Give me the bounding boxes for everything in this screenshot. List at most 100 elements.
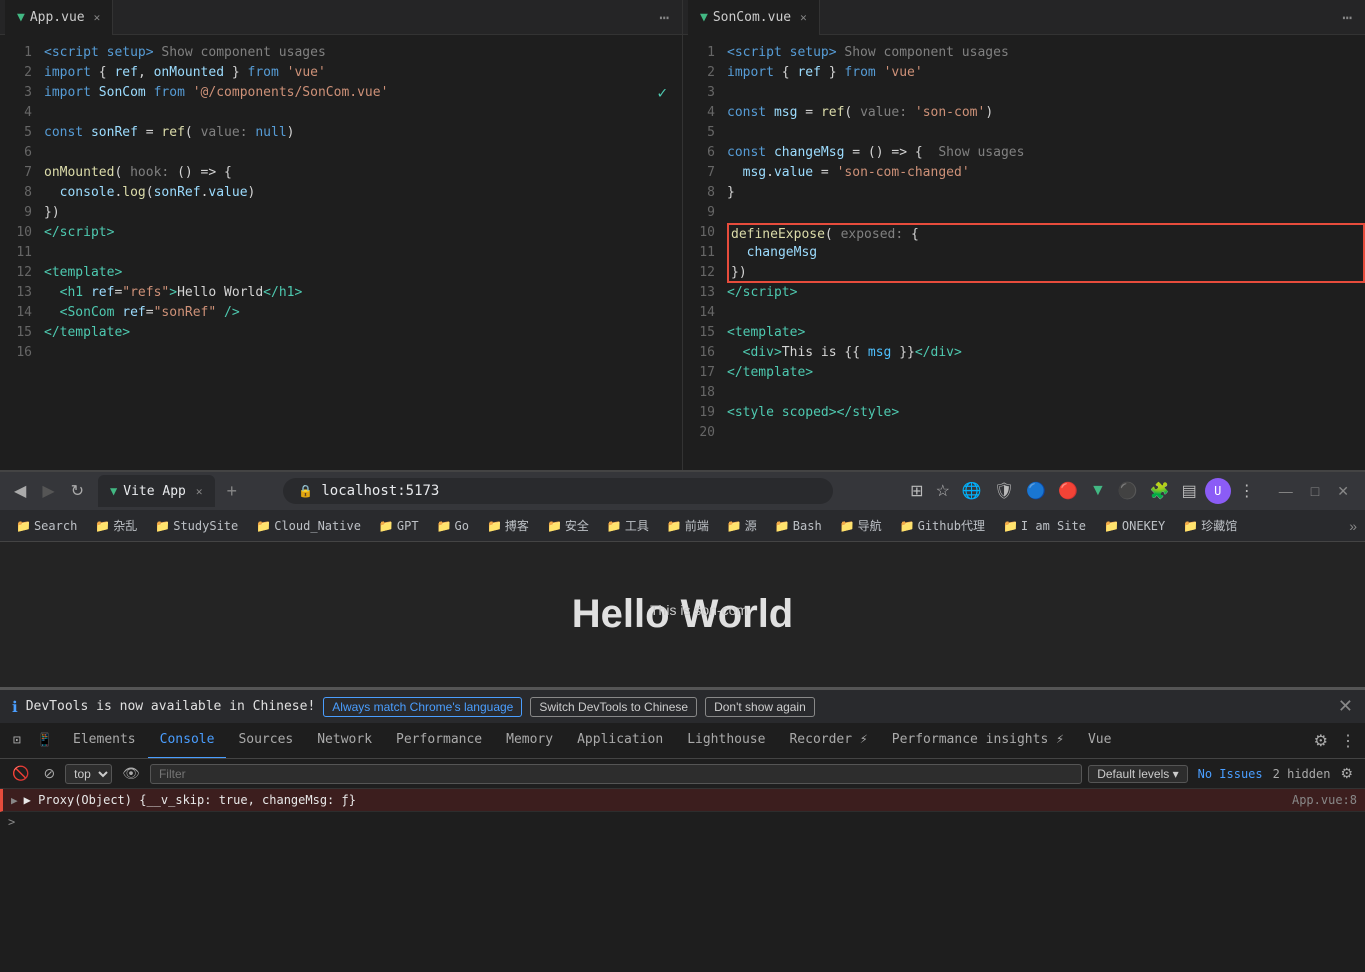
clear-console-btn[interactable]: 🚫 <box>8 763 33 784</box>
settings-icon-btn[interactable]: ⚙ <box>1336 763 1357 784</box>
bookmark-zhencang[interactable]: 📁 珍藏馆 <box>1175 514 1245 537</box>
dt-btn-device[interactable]: 📱 <box>29 723 61 759</box>
son-com-text: This is son-com <box>650 602 748 618</box>
browser-window: ◀ ▶ ↻ ▼ Vite App ✕ + 🔒 localhost:5173 ⊞ … <box>0 470 1365 542</box>
app-vue-close[interactable]: ✕ <box>94 11 101 24</box>
banner-message: DevTools is now available in Chinese! <box>26 699 316 714</box>
right-code-area[interactable]: <script setup> Show component usages imp… <box>721 35 1365 470</box>
browser-tab[interactable]: ▼ Vite App ✕ <box>98 475 214 507</box>
address-bar[interactable]: 🔒 localhost:5173 <box>283 478 833 504</box>
dt-btn-elements-picker[interactable]: ⊡ <box>5 723 29 759</box>
bookmark-btn[interactable]: ☆ <box>932 477 954 505</box>
left-line-numbers: 12345678910111213141516 <box>0 35 38 470</box>
url-text: localhost:5173 <box>321 483 439 499</box>
dont-show-again-btn[interactable]: Don't show again <box>705 697 815 717</box>
tab-more-left[interactable]: ⋯ <box>651 8 677 27</box>
folder-icon-search: 📁 <box>16 519 31 533</box>
profile-btn[interactable]: ⚫ <box>1114 477 1142 505</box>
bookmark-gpt[interactable]: 📁 GPT <box>371 516 427 536</box>
extension-btn2[interactable]: 🛡 <box>990 477 1018 505</box>
dt-more-btn[interactable]: ⋮ <box>1336 727 1360 755</box>
console-prompt-line: > <box>0 812 1365 832</box>
expand-arrow[interactable]: ▶ <box>11 794 18 807</box>
tab-network[interactable]: Network <box>305 723 384 759</box>
browser-tab-close[interactable]: ✕ <box>196 485 203 498</box>
left-code-area[interactable]: <script setup> Show component usages imp… <box>38 35 682 470</box>
bookmark-github[interactable]: 📁 Github代理 <box>892 514 993 537</box>
bookmark-search[interactable]: 📁 Search <box>8 516 85 536</box>
filter-toggle-btn[interactable]: ⊘ <box>39 763 59 784</box>
avatar-btn[interactable]: U <box>1205 478 1231 504</box>
context-selector[interactable]: top <box>65 764 112 784</box>
browser-tab-label: Vite App <box>123 484 186 499</box>
screenshot-btn[interactable]: ⊞ <box>906 477 927 505</box>
more-bookmarks-btn[interactable]: » <box>1349 518 1357 534</box>
vue-devtools-btn[interactable]: ▼ <box>1086 478 1110 504</box>
tab-more-right[interactable]: ⋯ <box>1334 8 1360 27</box>
tab-application[interactable]: Application <box>565 723 675 759</box>
menu-btn[interactable]: ⋮ <box>1235 477 1259 505</box>
always-match-btn[interactable]: Always match Chrome's language <box>323 697 522 717</box>
switch-devtools-btn[interactable]: Switch DevTools to Chinese <box>530 697 697 717</box>
dt-tab-actions: ⚙ ⋮ <box>1310 727 1360 755</box>
tab-console[interactable]: Console <box>148 723 227 759</box>
folder-icon-daohang: 📁 <box>840 519 855 533</box>
console-toolbar: 🚫 ⊘ top 👁 Default levels ▾ No Issues 2 h… <box>0 759 1365 789</box>
devtools-panel: ℹ DevTools is now available in Chinese! … <box>0 687 1365 849</box>
browser-actions: ⊞ ☆ 🌐 🛡 🔵 🔴 ▼ ⚫ 🧩 ▤ U ⋮ <box>906 477 1259 505</box>
bookmark-bash[interactable]: 📁 Bash <box>767 516 830 536</box>
extension-btn4[interactable]: 🔴 <box>1054 477 1082 505</box>
bookmark-daohang[interactable]: 📁 导航 <box>832 514 890 537</box>
tab-vue[interactable]: Vue <box>1076 723 1123 759</box>
tab-lighthouse[interactable]: Lighthouse <box>675 723 777 759</box>
bookmark-gongju[interactable]: 📁 工具 <box>599 514 657 537</box>
tab-perf-insights[interactable]: Performance insights ⚡ <box>880 723 1076 759</box>
browser-back-button[interactable]: ◀ <box>8 477 32 505</box>
folder-icon-yuan: 📁 <box>727 519 742 533</box>
soncom-close[interactable]: ✕ <box>800 11 807 24</box>
devtools-tabs: ⊡ 📱 Elements Console Sources Network Per… <box>0 723 1365 759</box>
bookmark-onekey[interactable]: 📁 ONEKEY <box>1096 516 1173 536</box>
tab-elements[interactable]: Elements <box>61 723 148 759</box>
close-window-btn[interactable]: ✕ <box>1329 481 1357 502</box>
extensions-btn[interactable]: 🧩 <box>1146 477 1174 505</box>
folder-icon-onekey: 📁 <box>1104 519 1119 533</box>
file-reference[interactable]: App.vue:8 <box>1292 793 1357 807</box>
vue-icon-right: ▼ <box>700 10 708 25</box>
browser-forward-button[interactable]: ▶ <box>36 477 60 505</box>
tab-performance[interactable]: Performance <box>384 723 494 759</box>
no-issues-label: No Issues <box>1194 767 1267 781</box>
bookmark-cloudnative[interactable]: 📁 Cloud_Native <box>248 516 369 536</box>
lock-icon: 🔒 <box>298 484 313 498</box>
left-tab-bar: ▼ App.vue ✕ ⋯ <box>0 0 682 35</box>
filter-input[interactable] <box>150 764 1082 784</box>
maximize-btn[interactable]: □ <box>1303 481 1327 502</box>
browser-reload-button[interactable]: ↻ <box>65 477 90 505</box>
extension-btn1[interactable]: 🌐 <box>958 477 986 505</box>
folder-icon-iamsite: 📁 <box>1003 519 1018 533</box>
left-editor-body: 12345678910111213141516 <script setup> S… <box>0 35 682 470</box>
bookmark-boke[interactable]: 📁 搏客 <box>479 514 537 537</box>
bookmark-zaoluan[interactable]: 📁 杂乱 <box>87 514 145 537</box>
app-vue-tab[interactable]: ▼ App.vue ✕ <box>5 0 113 35</box>
dt-settings-btn[interactable]: ⚙ <box>1310 727 1332 755</box>
bookmark-qianduan[interactable]: 📁 前端 <box>659 514 717 537</box>
minimize-btn[interactable]: — <box>1271 481 1301 502</box>
sidebar-btn[interactable]: ▤ <box>1178 477 1201 505</box>
extension-btn3[interactable]: 🔵 <box>1022 477 1050 505</box>
tab-recorder[interactable]: Recorder ⚡ <box>777 723 879 759</box>
bookmark-yuan[interactable]: 📁 源 <box>719 514 765 537</box>
bookmark-iamsite[interactable]: 📁 I am Site <box>995 516 1094 536</box>
window-controls: — □ ✕ <box>1271 481 1357 502</box>
bookmark-anquan[interactable]: 📁 安全 <box>539 514 597 537</box>
default-levels-btn[interactable]: Default levels ▾ <box>1088 765 1187 783</box>
bookmark-go[interactable]: 📁 Go <box>429 516 477 536</box>
eye-btn[interactable]: 👁 <box>118 763 144 784</box>
tab-sources[interactable]: Sources <box>226 723 305 759</box>
tab-memory[interactable]: Memory <box>494 723 565 759</box>
bookmark-studysite[interactable]: 📁 StudySite <box>147 516 246 536</box>
new-tab-button[interactable]: + <box>219 481 246 502</box>
close-banner-btn[interactable]: ✕ <box>1338 696 1353 717</box>
soncom-vue-tab[interactable]: ▼ SonCom.vue ✕ <box>688 0 820 35</box>
folder-icon-zaoluan: 📁 <box>95 519 110 533</box>
